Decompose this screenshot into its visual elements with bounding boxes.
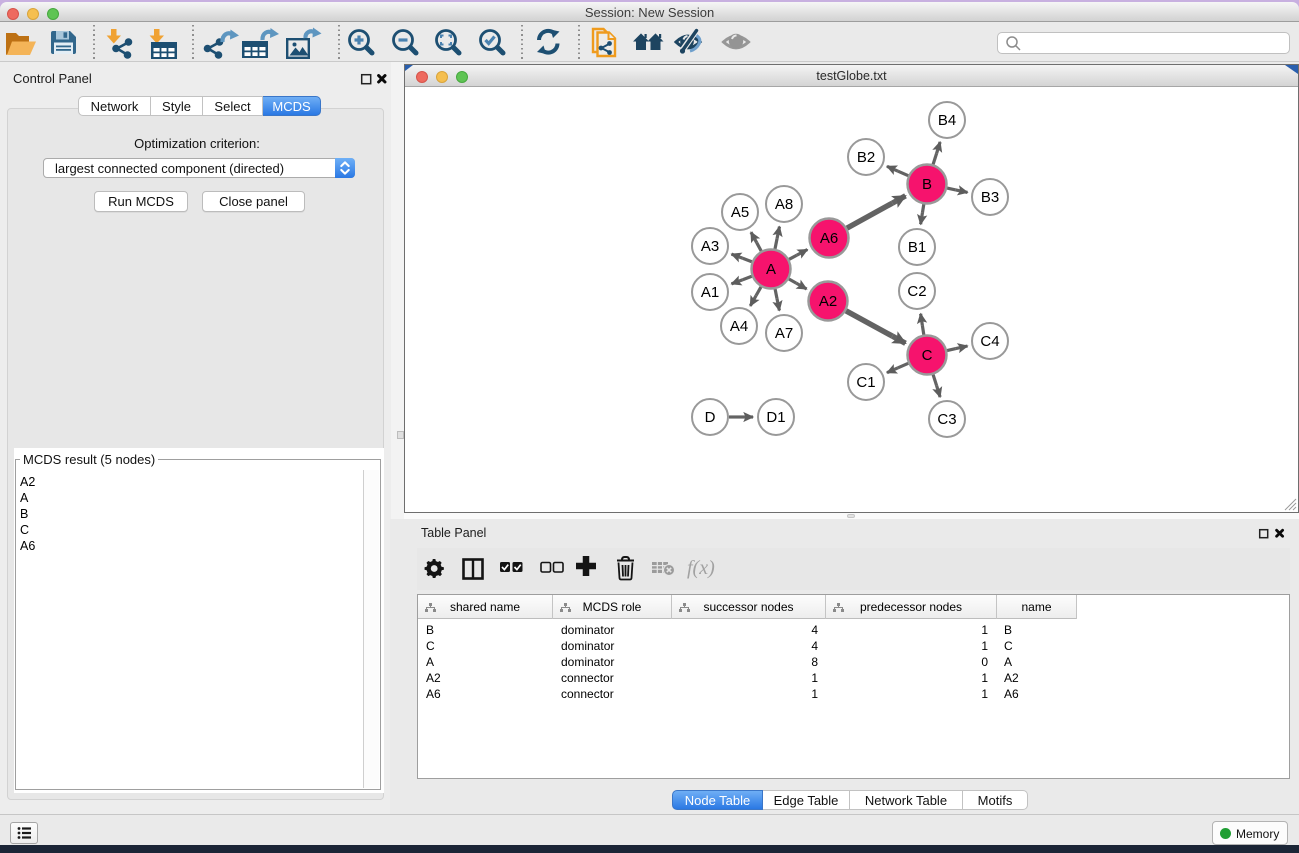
- svg-text:B: B: [922, 176, 932, 193]
- svg-text:C1: C1: [856, 374, 875, 391]
- svg-text:A: A: [766, 261, 776, 278]
- svg-text:A4: A4: [730, 318, 748, 335]
- svg-text:A6: A6: [820, 230, 838, 247]
- svg-text:C3: C3: [937, 411, 956, 428]
- svg-text:A2: A2: [819, 293, 837, 310]
- svg-text:C4: C4: [980, 333, 999, 350]
- svg-text:B4: B4: [938, 112, 956, 129]
- svg-text:D: D: [705, 409, 716, 426]
- svg-text:f(x): f(x): [687, 557, 715, 579]
- svg-text:B1: B1: [908, 239, 926, 256]
- svg-text:A5: A5: [731, 204, 749, 221]
- svg-text:A1: A1: [701, 284, 719, 301]
- svg-text:B2: B2: [857, 149, 875, 166]
- svg-text:D1: D1: [766, 409, 785, 426]
- svg-text:B3: B3: [981, 189, 999, 206]
- svg-text:C2: C2: [907, 283, 926, 300]
- svg-text:A3: A3: [701, 238, 719, 255]
- svg-text:A7: A7: [775, 325, 793, 342]
- svg-text:A8: A8: [775, 196, 793, 213]
- svg-text:C: C: [922, 347, 933, 364]
